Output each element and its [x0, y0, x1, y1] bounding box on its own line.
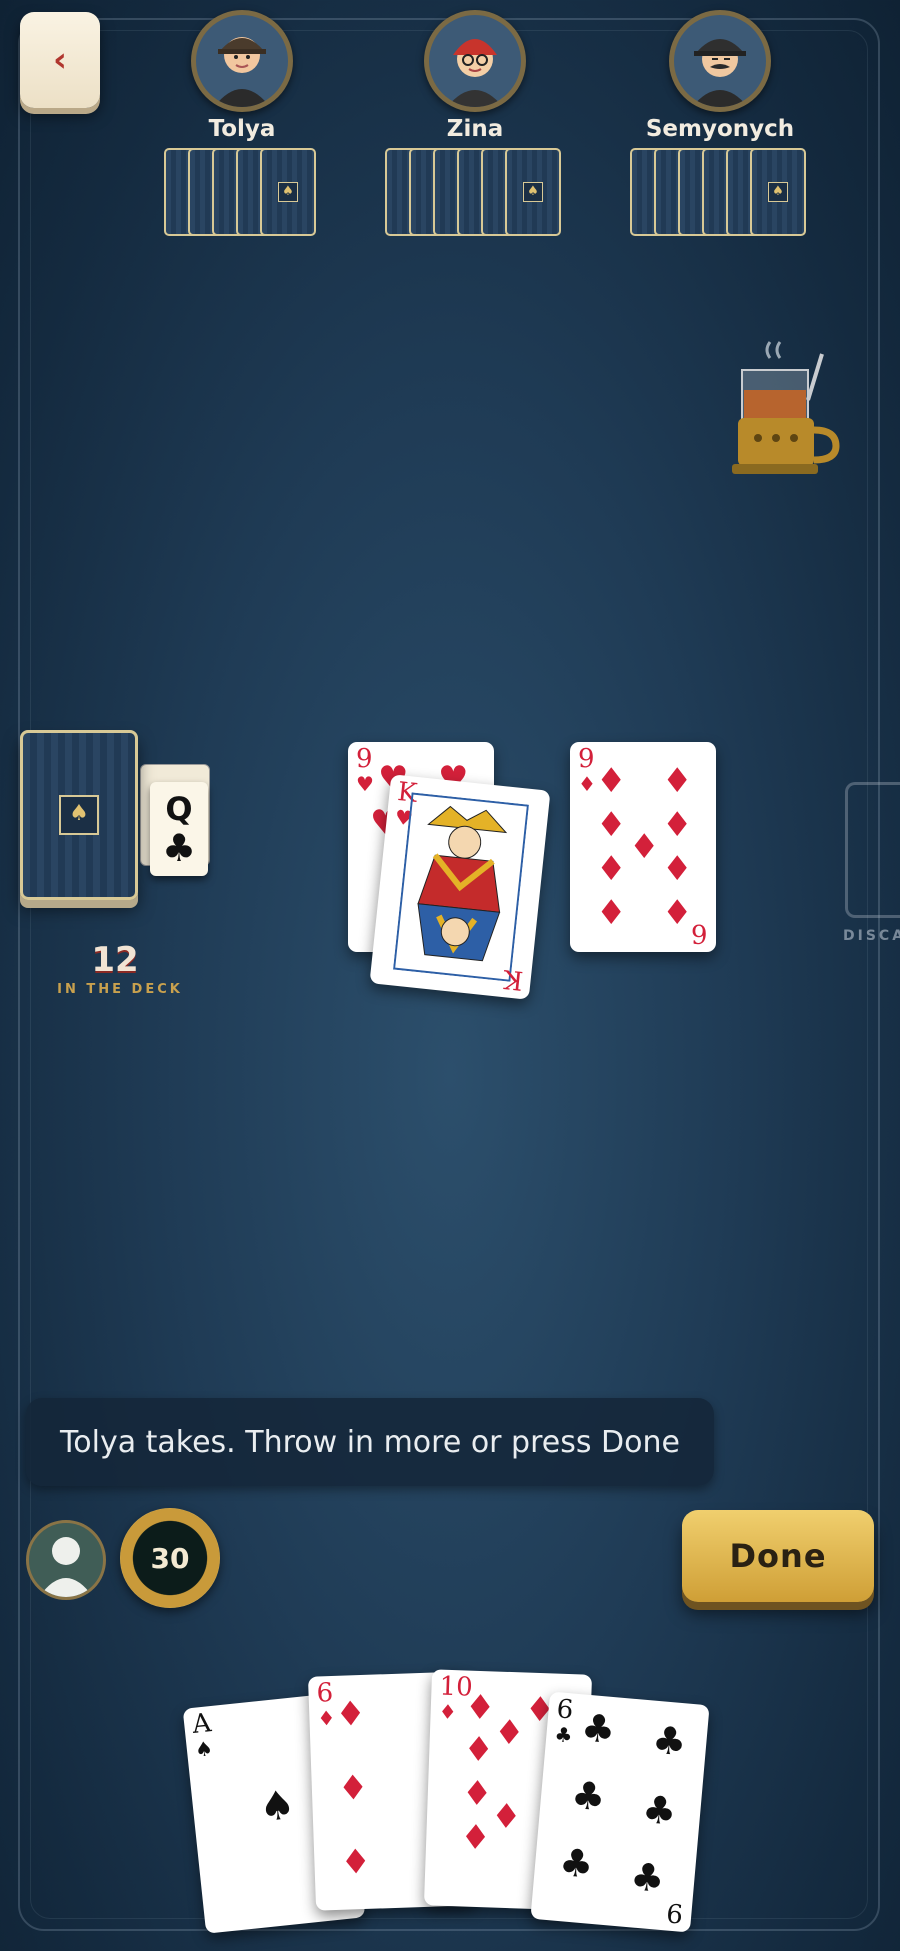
club-icon: ♣: [650, 1717, 689, 1765]
discard-label: DISCARD: [843, 928, 900, 944]
diamond-icon: ♦: [662, 893, 693, 933]
trump-card: Q ♣: [150, 782, 208, 876]
diamond-icon: ♦: [462, 1729, 495, 1771]
diamond-icon: ♦: [461, 1773, 494, 1815]
trump-rank: Q: [165, 790, 193, 828]
avatar[interactable]: [26, 1520, 106, 1600]
card-rank: 6: [316, 1678, 334, 1709]
done-button[interactable]: Done: [682, 1510, 874, 1602]
diamond-icon: ♦: [334, 1693, 367, 1735]
opponent-hand: [620, 148, 820, 242]
card-rank: A: [190, 1708, 213, 1740]
chevron-left-icon: ‹: [52, 40, 67, 80]
player-name: Tolya: [208, 116, 276, 142]
deck-count: 12: [91, 940, 139, 980]
hand-card-6-clubs[interactable]: 6 ♣ ♣ ♣ ♣ ♣ ♣ ♣ 9: [530, 1691, 710, 1933]
club-icon: ♣: [569, 1772, 608, 1820]
player-name: Zina: [446, 116, 504, 142]
club-icon: ♣: [553, 1722, 574, 1748]
card-rank-bottom: 9: [665, 1896, 685, 1928]
opponent-zina: Zina: [375, 10, 575, 242]
spade-icon: ♠: [257, 1781, 298, 1832]
card-back: [260, 148, 316, 236]
club-icon: ♣: [640, 1787, 679, 1834]
avatar: [669, 10, 771, 112]
player-name: Semyonych: [645, 116, 795, 142]
diamond-icon: ♦: [578, 772, 596, 796]
club-icon: ♣: [628, 1854, 667, 1902]
card-rank: 6: [555, 1694, 575, 1726]
card-rank-bottom: K: [501, 963, 525, 995]
opponent-hand: [375, 148, 575, 242]
avatar: [191, 10, 293, 112]
turn-timer: 30: [120, 1508, 220, 1608]
diamond-icon: ♦: [317, 1705, 336, 1731]
diamond-icon: ♦: [596, 849, 627, 889]
heart-icon: ♥: [356, 772, 374, 796]
diamond-icon: ♦: [464, 1687, 497, 1729]
back-button[interactable]: ‹: [20, 12, 100, 108]
spade-icon: ♠: [59, 795, 99, 835]
table-card-defend-king-hearts: K ♥ K: [369, 774, 551, 1000]
diamond-icon: ♦: [459, 1817, 492, 1859]
diamond-icon: ♦: [596, 893, 627, 933]
diamond-icon: ♦: [629, 827, 660, 867]
spade-icon: ♠: [193, 1736, 215, 1762]
diamond-icon: ♦: [596, 761, 627, 801]
draw-deck: ♠: [20, 730, 138, 900]
deck-label: IN THE DECK: [57, 982, 183, 997]
opponent-hand: [142, 148, 342, 242]
diamond-icon: ♦: [662, 805, 693, 845]
diamond-icon: ♦: [339, 1841, 372, 1883]
diamond-icon: ♦: [662, 761, 693, 801]
club-icon: ♣: [557, 1839, 596, 1887]
card-back: [750, 148, 806, 236]
discard-pile: [845, 782, 900, 918]
card-back: [505, 148, 561, 236]
diamond-icon: ♦: [493, 1712, 526, 1754]
card-rank: 9: [578, 744, 595, 774]
king-face-icon: [393, 792, 529, 982]
table-card-attack-9-diamonds: 9 ♦ ♦ ♦ ♦ ♦ ♦ ♦ ♦ ♦ ♦ 6: [570, 742, 716, 952]
tea-glass-icon: [732, 341, 840, 474]
diamond-icon: ♦: [662, 849, 693, 889]
status-message: Tolya takes. Throw in more or press Done: [26, 1398, 714, 1486]
user-icon: [39, 1537, 93, 1597]
club-icon: ♣: [579, 1705, 618, 1753]
diamond-icon: ♦: [596, 805, 627, 845]
opponent-semyonych: Semyonych: [620, 10, 820, 242]
card-rank: 9: [356, 744, 373, 774]
diamond-icon: ♦: [438, 1699, 458, 1725]
card-rank-bottom: 6: [691, 918, 708, 948]
diamond-icon: ♦: [337, 1767, 370, 1809]
club-icon: ♣: [161, 826, 197, 870]
avatar: [424, 10, 526, 112]
opponent-tolya: Tolya: [142, 10, 342, 242]
diamond-icon: ♦: [490, 1796, 523, 1838]
